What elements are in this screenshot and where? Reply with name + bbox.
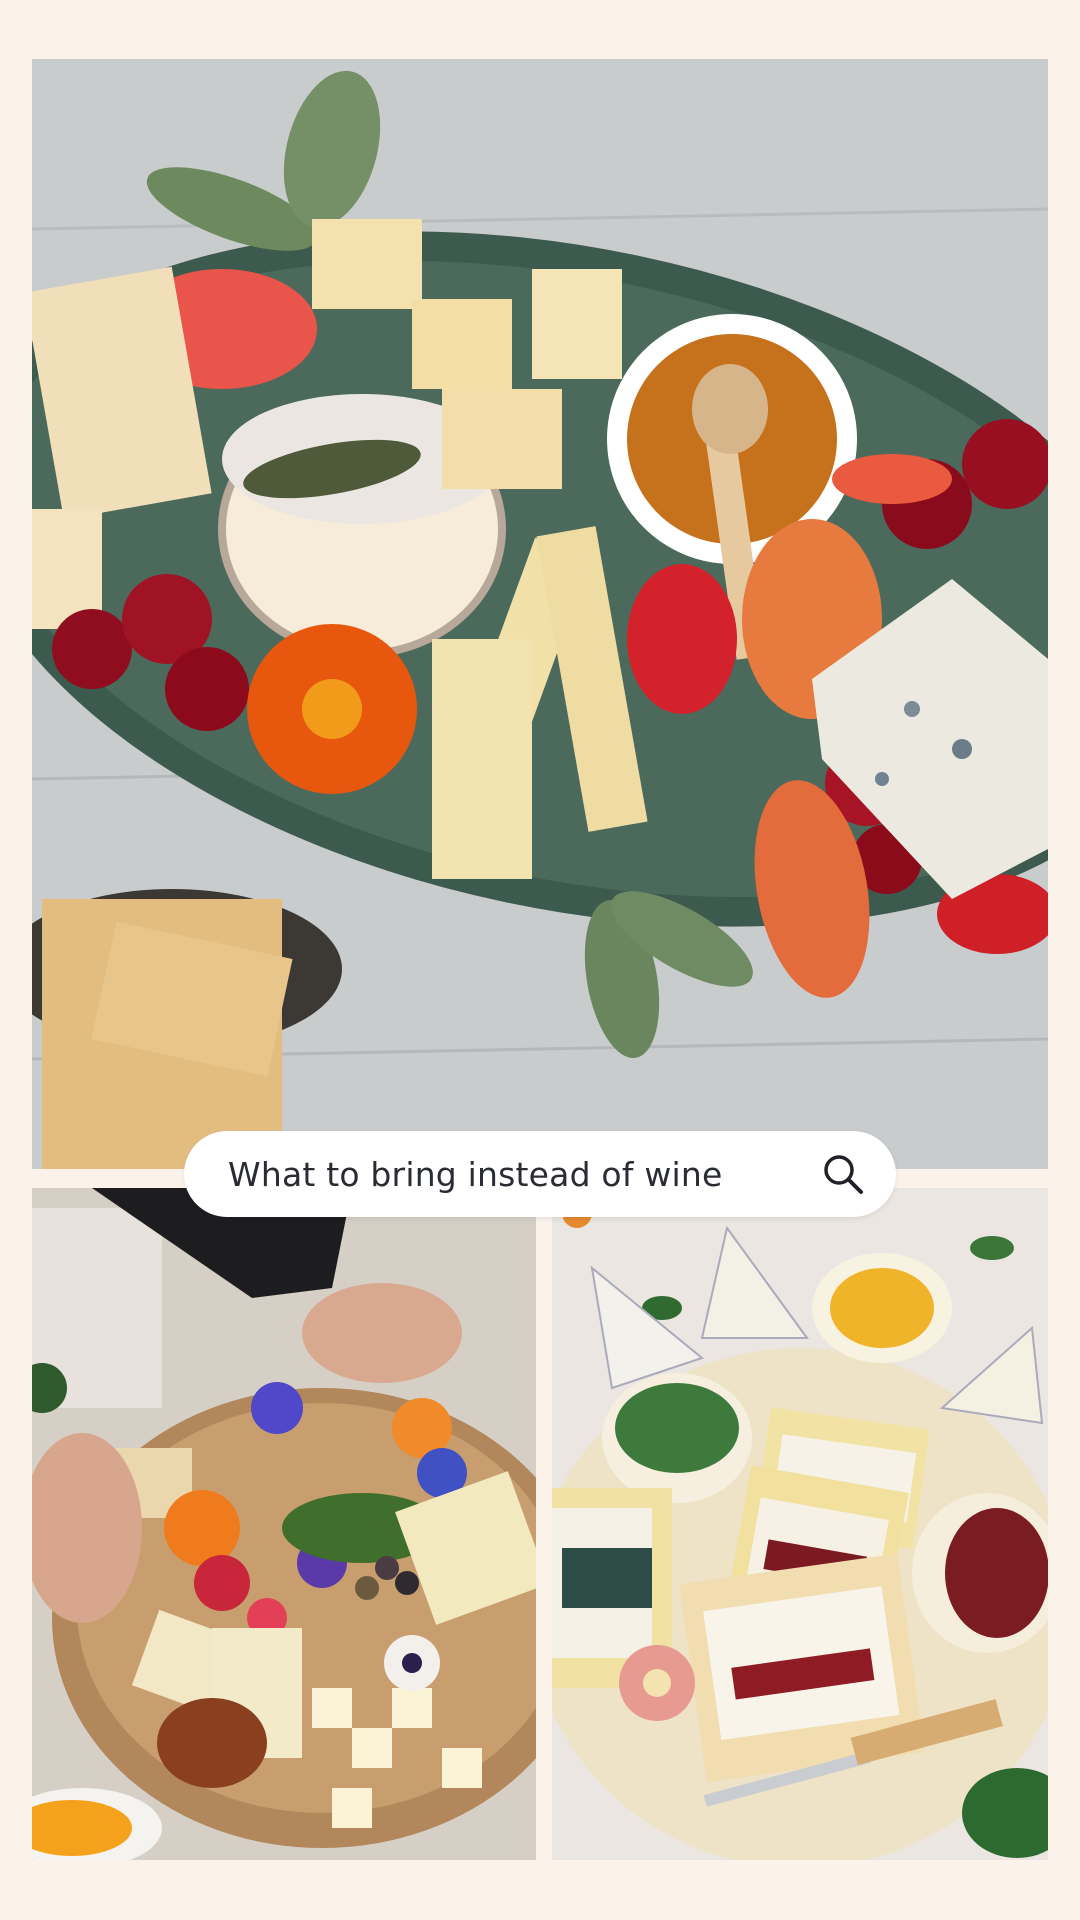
photo-grazing-board <box>32 1188 536 1860</box>
grazing-board-illustration <box>32 1188 536 1860</box>
cheese-assortment-illustration <box>552 1188 1048 1860</box>
photo-cheese-assortment <box>552 1188 1048 1860</box>
search-bar[interactable]: What to bring instead of wine <box>184 1131 896 1217</box>
search-icon[interactable] <box>820 1151 866 1197</box>
search-query-text[interactable]: What to bring instead of wine <box>228 1155 820 1194</box>
cheese-board-illustration <box>32 59 1048 1169</box>
photo-cheese-board <box>32 59 1048 1169</box>
